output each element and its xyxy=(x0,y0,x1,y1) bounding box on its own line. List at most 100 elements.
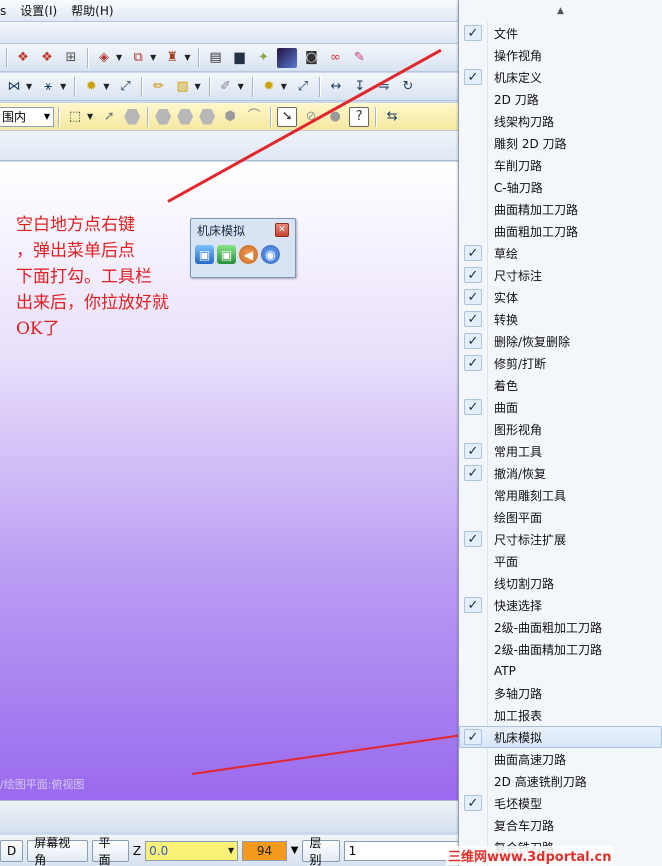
context-menu-item[interactable]: ✓ 机床定义 xyxy=(459,66,662,88)
context-menu-item[interactable]: ✓ 草绘 xyxy=(459,242,662,264)
move-icon[interactable]: ↔ xyxy=(326,77,346,97)
context-menu-item[interactable]: ✓ 尺寸标注扩展 xyxy=(459,528,662,550)
context-menu-item[interactable]: 平面 xyxy=(459,550,662,572)
context-menu-item[interactable]: C-轴刀路 xyxy=(459,176,662,198)
floating-toolbar-titlebar[interactable]: 机床模拟 ✕ xyxy=(191,219,295,241)
eraser-icon[interactable]: ✎ xyxy=(349,48,369,68)
context-menu-item[interactable]: 2D 高速铣削刀路 xyxy=(459,770,662,792)
brush-icon[interactable]: ✐ xyxy=(216,77,236,97)
screen-view-button[interactable]: 屏幕视角 xyxy=(27,836,88,866)
pointer-select-icon[interactable]: ➘ xyxy=(277,106,298,127)
sim-cube-green-icon[interactable]: ▣ xyxy=(217,245,236,264)
chevron-down-icon[interactable]: ▼ xyxy=(60,82,66,91)
menu-help[interactable]: 帮助(H) xyxy=(71,2,113,19)
help-icon[interactable]: ? xyxy=(349,106,370,127)
close-icon[interactable]: ✕ xyxy=(275,223,289,237)
context-menu-item[interactable]: 图形视角 xyxy=(459,418,662,440)
trim-icon[interactable]: ⋈ xyxy=(4,77,24,97)
context-menu-item[interactable]: 绘图平面 xyxy=(459,506,662,528)
context-menu-item[interactable]: 2级-曲面精加工刀路 xyxy=(459,638,662,660)
chevron-down-icon[interactable]: ▼ xyxy=(116,53,122,62)
context-menu-item[interactable]: 多轴刀路 xyxy=(459,682,662,704)
context-menu-item[interactable]: ✓ 修剪/打断 xyxy=(459,352,662,374)
context-menu-item[interactable]: 雕刻 2D 刀路 xyxy=(459,132,662,154)
extend-icon[interactable]: ⤢ xyxy=(293,77,313,97)
arrows-icon[interactable]: ⇆ xyxy=(382,107,402,127)
context-menu-item[interactable]: ✓ 文件 xyxy=(459,22,662,44)
sim-cube-blue-icon[interactable]: ▣ xyxy=(195,245,214,264)
context-menu-item[interactable]: ✓ 机床模拟 xyxy=(459,726,662,748)
wireframe-cube-icon[interactable]: ⊞ xyxy=(61,48,81,68)
context-menu-item[interactable]: ✓ 毛坯模型 xyxy=(459,792,662,814)
view-d-button[interactable]: D xyxy=(0,839,24,862)
arc-icon[interactable]: ⌒ xyxy=(244,107,264,127)
solids-2-icon[interactable]: ❖ xyxy=(37,48,57,68)
book-icon[interactable]: ▆ xyxy=(229,48,249,68)
document-icon[interactable]: ▤ xyxy=(205,48,225,68)
level-button[interactable]: 层别 xyxy=(302,836,340,866)
hatch-icon[interactable]: ▧ xyxy=(172,77,192,97)
menu-settings[interactable]: 设置(I) xyxy=(20,2,57,19)
context-menu-item[interactable]: 2级-曲面粗加工刀路 xyxy=(459,616,662,638)
context-menu-item[interactable]: 复合车刀路 xyxy=(459,814,662,836)
chevron-down-icon[interactable]: ▼ xyxy=(238,82,244,91)
context-menu-item[interactable]: 曲面精加工刀路 xyxy=(459,198,662,220)
chevron-down-icon[interactable]: ▼ xyxy=(26,82,32,91)
cube-icon[interactable]: ⬢ xyxy=(220,107,240,127)
context-menu-item[interactable]: 加工报表 xyxy=(459,704,662,726)
select-hex-icon[interactable] xyxy=(199,108,216,125)
wand-icon[interactable]: ✦ xyxy=(253,48,273,68)
context-menu-item[interactable]: 曲面粗加工刀路 xyxy=(459,220,662,242)
box-select-icon[interactable]: ⬚ xyxy=(65,107,85,127)
sim-back-icon[interactable]: ◀ xyxy=(239,245,258,264)
render-icon[interactable]: ⧉ xyxy=(128,48,148,68)
context-menu-item[interactable]: ✓ 快速选择 xyxy=(459,594,662,616)
select-hex-icon[interactable] xyxy=(155,108,172,125)
scope-select[interactable]: 围内 ▼ xyxy=(0,106,54,127)
chevron-down-icon[interactable]: ▼ xyxy=(281,82,287,91)
camera-icon[interactable]: ◙ xyxy=(301,48,321,68)
chevron-down-icon[interactable]: ▼ xyxy=(150,53,156,62)
context-menu-item[interactable]: ✓ 实体 xyxy=(459,286,662,308)
context-menu-item[interactable]: 2D 刀路 xyxy=(459,88,662,110)
context-menu-item[interactable]: 曲面高速刀路 xyxy=(459,748,662,770)
select-hex-icon[interactable] xyxy=(124,108,141,125)
chevron-down-icon[interactable]: ▼ xyxy=(87,112,93,121)
sim-forward-icon[interactable]: ◉ xyxy=(261,245,280,264)
context-menu-item[interactable]: ✓ 曲面 xyxy=(459,396,662,418)
context-menu-item[interactable]: 常用雕刻工具 xyxy=(459,484,662,506)
solids-icon[interactable]: ❖ xyxy=(13,48,33,68)
light-icon[interactable]: ✹ xyxy=(259,77,279,97)
chevron-down-icon[interactable]: ▼ xyxy=(184,53,190,62)
chevron-down-icon[interactable]: ▼ xyxy=(103,82,109,91)
dimension-icon[interactable]: ⤢ xyxy=(115,77,135,97)
chain-icon[interactable]: ∞ xyxy=(325,48,345,68)
context-menu-item[interactable]: ✓ 撤消/恢复 xyxy=(459,462,662,484)
menu-item-partial[interactable]: s xyxy=(0,4,6,18)
context-menu-item[interactable]: 线架构刀路 xyxy=(459,110,662,132)
scroll-up-icon[interactable]: ▲ xyxy=(459,0,662,22)
context-menu-item[interactable]: 线切割刀路 xyxy=(459,572,662,594)
context-menu-item[interactable]: 车削刀路 xyxy=(459,154,662,176)
plane-button[interactable]: 平面 xyxy=(91,836,129,866)
pencil-icon[interactable]: ✏ xyxy=(148,77,168,97)
context-menu-item[interactable]: ATP xyxy=(459,660,662,682)
shade-icon[interactable]: ◈ xyxy=(94,48,114,68)
context-menu-item[interactable]: ✓ 常用工具 xyxy=(459,440,662,462)
color-field[interactable]: 94 xyxy=(242,840,287,861)
tool-icon[interactable]: ♜ xyxy=(162,48,182,68)
split-icon[interactable]: ⚹ xyxy=(38,77,58,97)
context-menu-item[interactable]: 着色 xyxy=(459,374,662,396)
level-field[interactable]: 1 xyxy=(343,840,460,861)
point-icon[interactable]: ✹ xyxy=(81,77,101,97)
chevron-down-icon[interactable]: ▼ xyxy=(194,82,200,91)
z-depth-field[interactable]: 0.0 ▼ xyxy=(145,840,239,861)
cursor-icon[interactable]: ➚ xyxy=(99,107,119,127)
chevron-down-icon[interactable]: ▼ xyxy=(291,845,299,856)
context-menu-item[interactable]: ✓ 转换 xyxy=(459,308,662,330)
chevron-down-icon[interactable]: ▼ xyxy=(228,846,234,855)
floating-toolbar-machine-sim[interactable]: 机床模拟 ✕ ▣ ▣ ◀ ◉ xyxy=(190,218,296,278)
context-menu-item[interactable]: ✓ 尺寸标注 xyxy=(459,264,662,286)
context-menu-item[interactable]: ✓ 删除/恢复删除 xyxy=(459,330,662,352)
gradient-icon[interactable] xyxy=(277,47,298,68)
